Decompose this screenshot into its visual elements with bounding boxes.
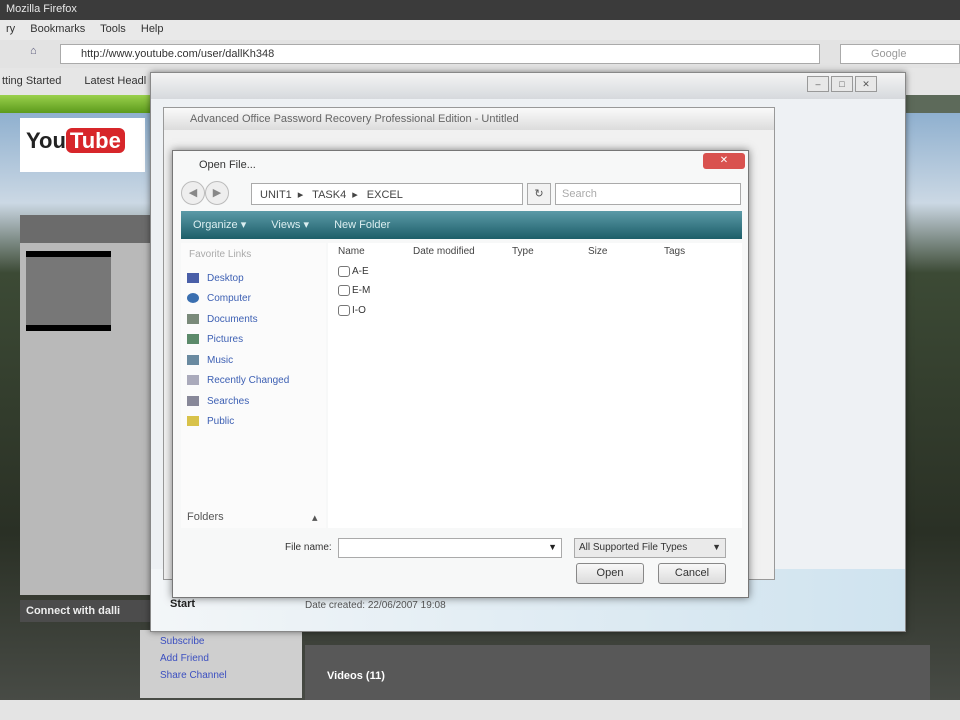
column-type[interactable]: Type (512, 246, 534, 257)
folders-toggle[interactable]: Folders ▴ (187, 511, 327, 524)
excel-file-icon (338, 266, 350, 277)
file-item[interactable]: I-O (338, 305, 366, 316)
file-list: Name Date modified Type Size Tags A-E E-… (328, 243, 742, 528)
menu-bar: ry Bookmarks Tools Help (0, 20, 960, 40)
nav-music[interactable]: Music (187, 355, 233, 366)
file-name-label: File name: (285, 542, 332, 553)
file-type-select[interactable]: All Supported File Types ▼ (574, 538, 726, 558)
menu-history[interactable]: ry (6, 23, 15, 35)
status-bar (0, 700, 960, 720)
menu-tools[interactable]: Tools (100, 23, 126, 35)
nav-desktop[interactable]: Desktop (187, 273, 244, 284)
panel-header (20, 215, 160, 243)
organize-button[interactable]: Organize ▾ (193, 219, 246, 231)
favorite-links-header: Favorite Links (189, 249, 252, 260)
cancel-button[interactable]: Cancel (658, 563, 726, 584)
videos-heading: Videos (11) (327, 670, 385, 682)
nav-computer[interactable]: Computer (187, 293, 251, 304)
connect-header: Connect with dalli (20, 600, 160, 622)
dropdown-arrow-icon: ▼ (712, 542, 721, 552)
search-input[interactable]: Google (840, 44, 960, 64)
logo-you: You (26, 128, 66, 153)
breadcrumb[interactable]: UNIT1 ▸ TASK4 ▸ EXCEL (251, 183, 523, 205)
crumb-unit1[interactable]: UNIT1 (260, 189, 292, 201)
nav-public[interactable]: Public (187, 416, 234, 427)
start-button[interactable]: Start (170, 598, 195, 610)
excel-file-icon (338, 285, 350, 296)
chevron-up-icon: ▴ (312, 512, 318, 524)
dialog-title: Open File... (199, 159, 256, 171)
window-title: Mozilla Firefox (6, 3, 77, 15)
browser-title-bar: Mozilla Firefox (0, 0, 960, 20)
open-file-dialog: Open File... ✕ ◀ ▶ UNIT1 ▸ TASK4 ▸ EXCEL ↻ … (172, 150, 749, 598)
menu-bookmarks[interactable]: Bookmarks (30, 23, 85, 35)
file-item[interactable]: A-E (338, 266, 369, 277)
maximize-icon[interactable]: □ (831, 76, 853, 92)
date-created: Date created: 22/06/2007 19:08 (305, 600, 446, 611)
minimize-icon[interactable]: – (807, 76, 829, 92)
crumb-excel[interactable]: EXCEL (367, 189, 403, 201)
public-folder-icon (187, 416, 199, 427)
dropdown-arrow-icon: ▼ (548, 542, 557, 552)
dialog-toolbar: Organize ▾ Views ▾ New Folder (181, 211, 742, 239)
column-size[interactable]: Size (588, 246, 607, 257)
desktop-icon (187, 273, 199, 284)
video-thumbnail[interactable] (26, 251, 111, 331)
column-name[interactable]: Name (338, 246, 365, 257)
address-bar[interactable]: http://www.youtube.com/user/dallKh348 (60, 44, 820, 64)
open-button[interactable]: Open (576, 563, 644, 584)
app-window-titlebar (151, 73, 905, 99)
recovery-window-title: Advanced Office Password Recovery Profes… (164, 108, 774, 130)
crumb-task4[interactable]: TASK4 (312, 189, 346, 201)
menu-help[interactable]: Help (141, 23, 164, 35)
file-item[interactable]: E-M (338, 285, 370, 296)
forward-icon[interactable]: ▶ (205, 181, 229, 205)
computer-icon (187, 293, 199, 304)
pictures-icon (187, 334, 199, 345)
music-icon (187, 355, 199, 366)
column-tags[interactable]: Tags (664, 246, 685, 257)
column-date-modified[interactable]: Date modified (413, 246, 475, 257)
excel-file-icon (338, 305, 350, 316)
searches-icon (187, 396, 199, 407)
views-button[interactable]: Views ▾ (271, 219, 309, 231)
page-banner (0, 95, 160, 113)
dialog-close-button[interactable]: ✕ (703, 153, 745, 169)
subscribe-link[interactable]: Subscribe (160, 636, 282, 647)
nav-searches[interactable]: Searches (187, 396, 249, 407)
channel-links: Subscribe Add Friend Share Channel (140, 630, 302, 698)
close-icon[interactable]: ✕ (855, 76, 877, 92)
nav-documents[interactable]: Documents (187, 314, 258, 325)
nav-recently-changed[interactable]: Recently Changed (187, 375, 289, 386)
profile-panel (20, 215, 160, 595)
add-friend-link[interactable]: Add Friend (160, 653, 282, 664)
videos-section: Videos (11) (305, 645, 930, 700)
documents-icon (187, 314, 199, 325)
dialog-search-input[interactable]: Search (555, 183, 741, 205)
nav-pictures[interactable]: Pictures (187, 334, 243, 345)
recent-icon (187, 375, 199, 386)
file-name-input[interactable]: ▼ (338, 538, 562, 558)
back-icon[interactable]: ◀ (181, 181, 205, 205)
bookmark-getting-started[interactable]: tting Started (2, 75, 61, 87)
share-channel-link[interactable]: Share Channel (160, 670, 282, 681)
logo-tube: Tube (65, 128, 125, 153)
new-folder-button[interactable]: New Folder (334, 219, 390, 231)
nav-buttons: ◀ ▶ (181, 181, 237, 205)
navigation-bar: ⌂ http://www.youtube.com/user/dallKh348 … (0, 40, 960, 68)
home-icon[interactable]: ⌂ (30, 45, 37, 57)
youtube-logo[interactable]: You Tube (20, 118, 145, 172)
bookmark-latest-headlines[interactable]: Latest Headl (84, 75, 146, 87)
refresh-icon[interactable]: ↻ (527, 183, 551, 205)
favorite-links-pane: Favorite Links Desktop Computer Document… (181, 243, 326, 528)
